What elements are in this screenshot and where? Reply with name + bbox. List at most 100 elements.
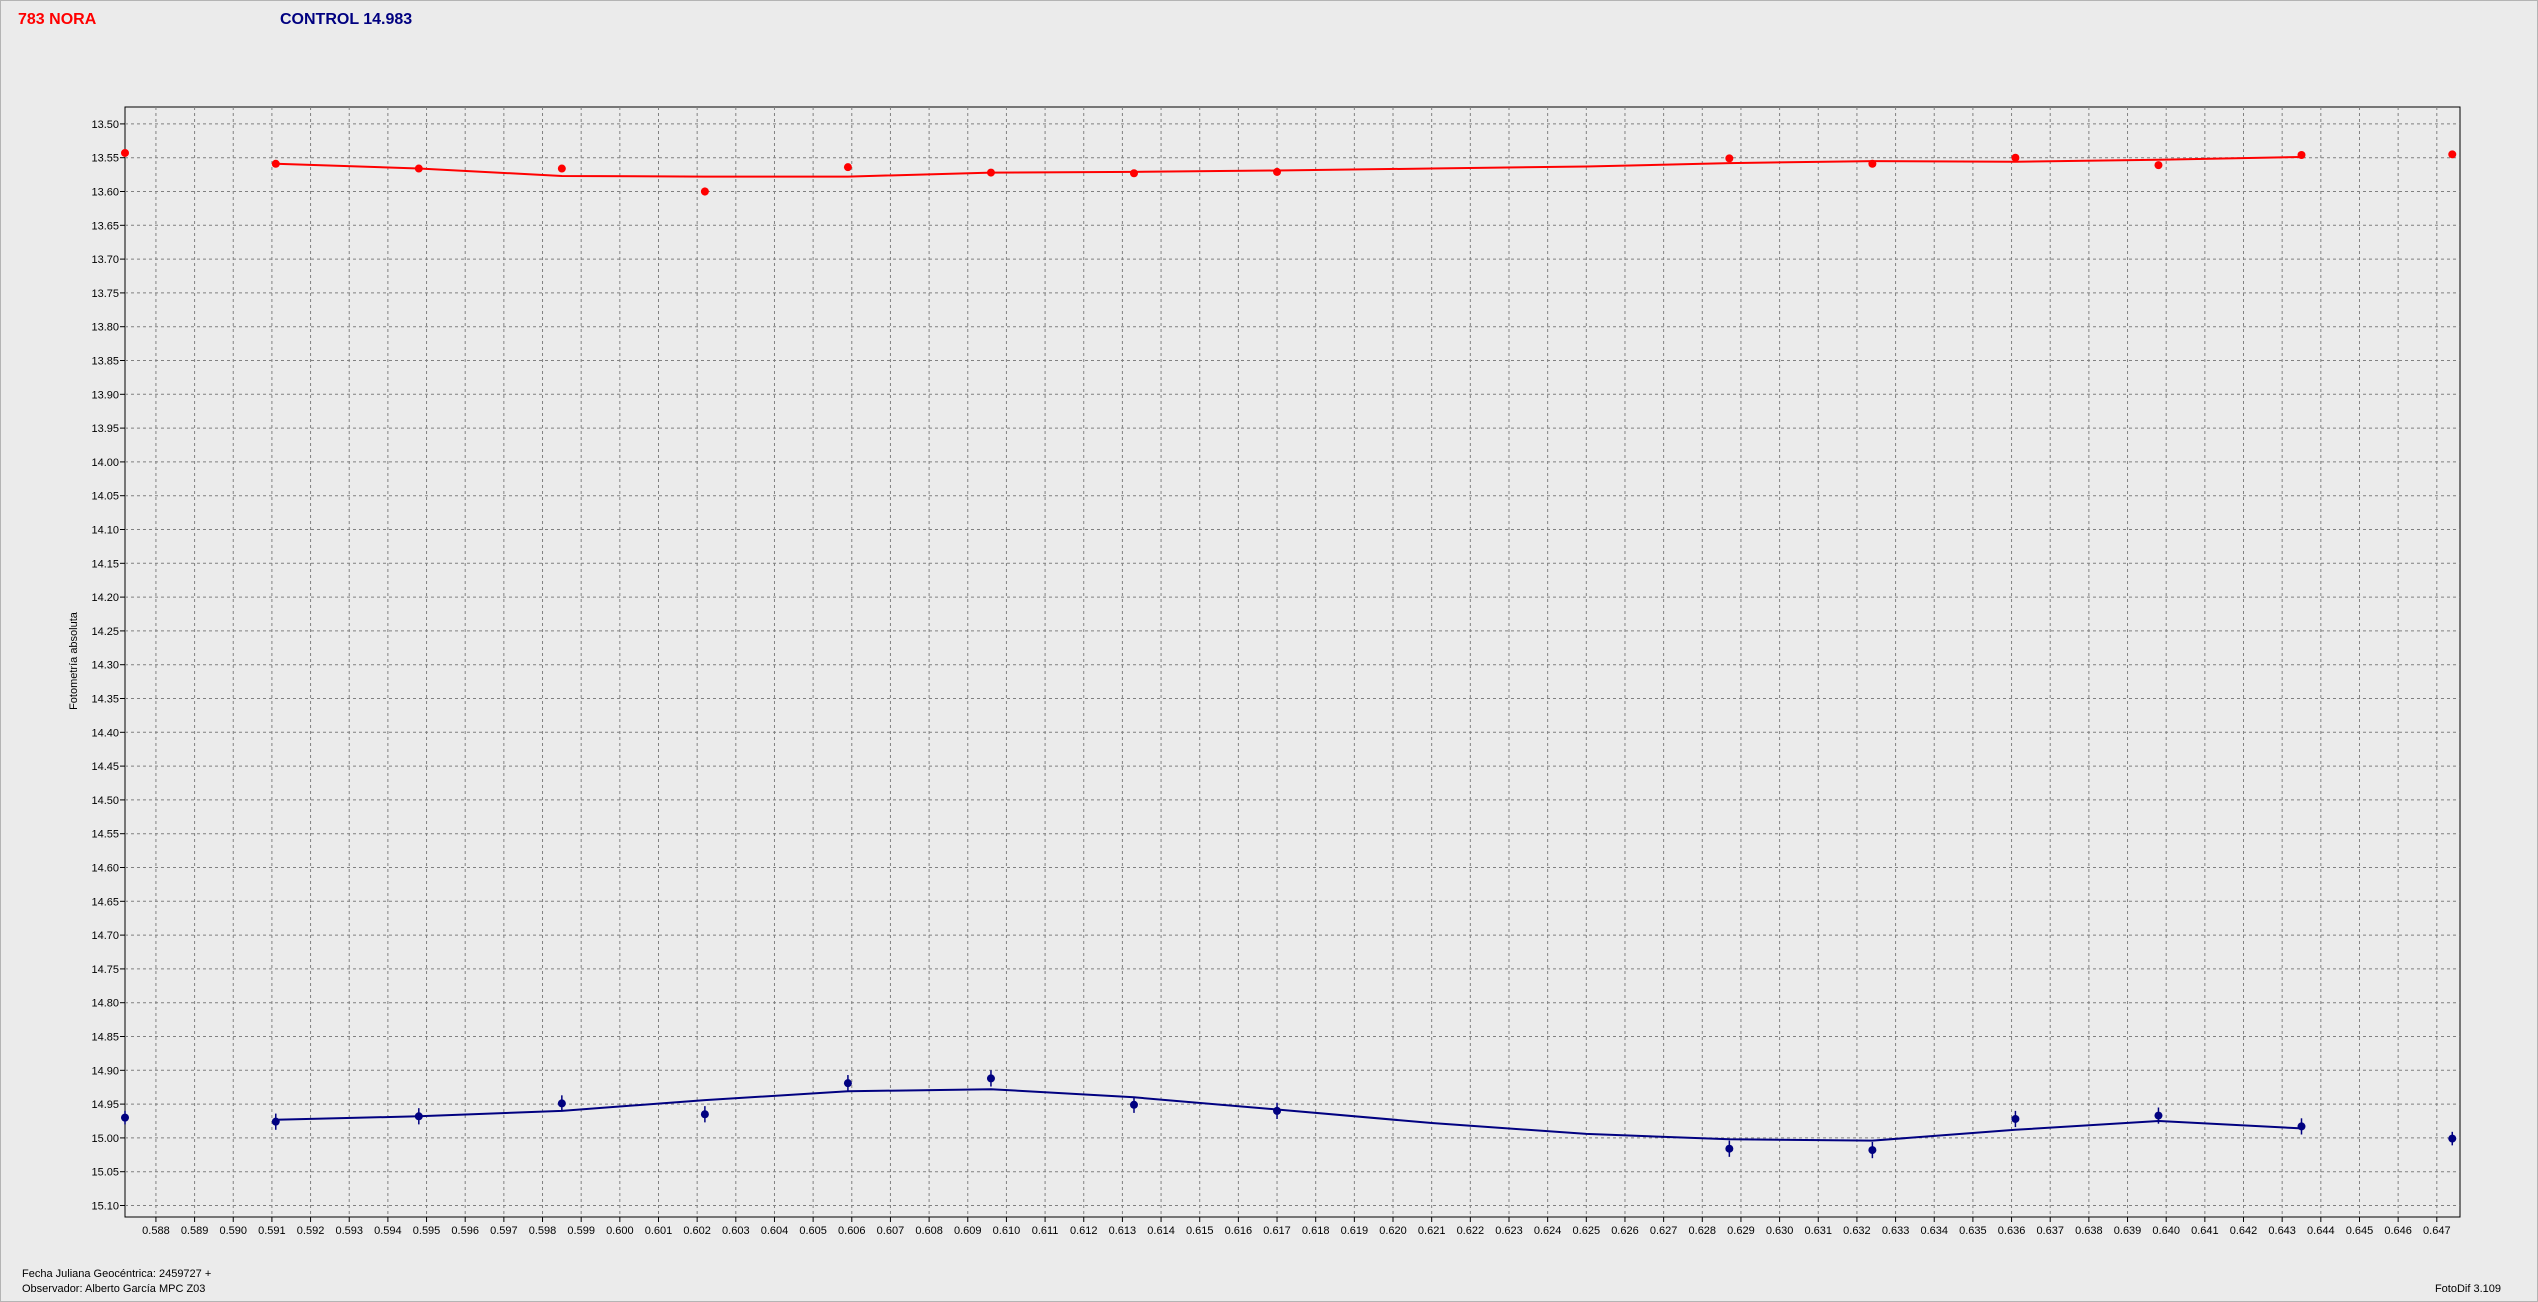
y-tick-label: 15.00 — [91, 1133, 119, 1145]
data-point — [2154, 161, 2163, 170]
y-tick-label: 13.80 — [91, 322, 119, 334]
x-tick-label: 0.614 — [1147, 1225, 1175, 1237]
data-point — [700, 1110, 709, 1119]
y-tick-label: 15.10 — [91, 1201, 119, 1213]
x-tick-label: 0.591 — [258, 1225, 286, 1237]
x-tick-label: 0.628 — [1689, 1225, 1717, 1237]
x-tick-label: 0.609 — [954, 1225, 982, 1237]
x-tick-label: 0.602 — [683, 1225, 711, 1237]
x-tick-label: 0.620 — [1379, 1225, 1407, 1237]
x-tick-label: 0.611 — [1032, 1225, 1059, 1237]
x-tick-label: 0.592 — [297, 1225, 325, 1237]
data-point — [2448, 1134, 2457, 1143]
x-tick-label: 0.612 — [1070, 1225, 1098, 1237]
x-tick-label: 0.603 — [722, 1225, 750, 1237]
x-tick-label: 0.626 — [1611, 1225, 1639, 1237]
x-tick-label: 0.601 — [645, 1225, 673, 1237]
y-tick-label: 13.70 — [91, 254, 119, 266]
data-point — [986, 168, 995, 177]
data-point — [2297, 150, 2306, 159]
y-tick-label: 14.45 — [91, 761, 119, 773]
x-tick-label: 0.615 — [1186, 1225, 1214, 1237]
x-tick-label: 0.610 — [993, 1225, 1021, 1237]
data-point — [986, 1074, 995, 1083]
x-tick-label: 0.635 — [1959, 1225, 1987, 1237]
x-tick-label: 0.641 — [2191, 1225, 2219, 1237]
data-point — [2297, 1122, 2306, 1131]
data-point — [557, 164, 566, 173]
x-tick-label: 0.637 — [2036, 1225, 2064, 1237]
software-version-label: FotoDif 3.109 — [2434, 1283, 2501, 1295]
x-tick-label: 0.597 — [490, 1225, 518, 1237]
plot-window: 783 NORA CONTROL 14.983 13.50 13.55 13.60 1… — [0, 0, 2538, 1302]
x-tick-label: 0.600 — [606, 1225, 634, 1237]
x-tick-label: 0.589 — [181, 1225, 209, 1237]
x-tick-label: 0.645 — [2346, 1225, 2374, 1237]
y-tick-label: 13.95 — [91, 423, 119, 435]
x-tick-label: 0.619 — [1341, 1225, 1369, 1237]
y-tick-label: 14.15 — [91, 558, 119, 570]
data-point — [1868, 159, 1877, 168]
y-tick-label: 13.90 — [91, 389, 119, 401]
data-point — [1129, 169, 1138, 178]
y-tick-label: 14.25 — [91, 626, 119, 638]
data-point — [1273, 1106, 1282, 1115]
data-point — [1725, 1144, 1734, 1153]
y-tick-label: 14.10 — [91, 525, 119, 537]
x-tick-label: 0.618 — [1302, 1225, 1330, 1237]
x-tick-label: 0.633 — [1882, 1225, 1910, 1237]
y-tick-label: 14.20 — [91, 592, 119, 604]
data-point — [843, 163, 852, 172]
x-tick-label: 0.607 — [877, 1225, 905, 1237]
data-point — [414, 1112, 423, 1121]
y-tick-label: 14.75 — [91, 964, 119, 976]
data-point — [1273, 167, 1282, 176]
observer-label: Observador: Alberto García MPC Z03 — [22, 1283, 206, 1295]
x-tick-label: 0.636 — [1998, 1225, 2026, 1237]
y-tick-label: 14.55 — [91, 829, 119, 841]
data-point — [414, 164, 423, 173]
x-tick-label: 0.604 — [761, 1225, 789, 1237]
x-tick-label: 0.647 — [2423, 1225, 2451, 1237]
x-tick-label: 0.622 — [1457, 1225, 1485, 1237]
x-tick-label: 0.621 — [1418, 1225, 1446, 1237]
x-tick-label: 0.608 — [915, 1225, 943, 1237]
x-tick-label: 0.642 — [2230, 1225, 2258, 1237]
data-point — [2011, 1114, 2020, 1123]
y-tick-label: 13.50 — [91, 119, 119, 131]
y-tick-label: 14.30 — [91, 660, 119, 672]
x-tick-label: 0.590 — [219, 1225, 247, 1237]
x-tick-label: 0.623 — [1495, 1225, 1523, 1237]
y-tick-label: 15.05 — [91, 1167, 119, 1179]
y-tick-label: 13.75 — [91, 288, 119, 300]
x-tick-label: 0.605 — [799, 1225, 827, 1237]
x-tick-label: 0.629 — [1727, 1225, 1755, 1237]
x-tick-label: 0.594 — [374, 1225, 402, 1237]
x-tick-label: 0.643 — [2268, 1225, 2296, 1237]
light-curve-chart: 13.50 13.55 13.60 13.65 13.70 13.75 13.80 13.85… — [68, 106, 2461, 1237]
x-tick-label: 0.595 — [413, 1225, 441, 1237]
y-tick-label: 14.85 — [91, 1032, 119, 1044]
x-tick-label: 0.616 — [1225, 1225, 1253, 1237]
data-point — [700, 187, 709, 196]
data-point — [843, 1079, 852, 1088]
data-point — [1725, 154, 1734, 163]
x-tick-label: 0.638 — [2075, 1225, 2103, 1237]
y-tick-label: 14.65 — [91, 896, 119, 908]
y-tick-label: 14.50 — [91, 795, 119, 807]
x-tick-label: 0.640 — [2152, 1225, 2180, 1237]
x-axis: 0.588 0.589 0.590 0.591 0.592 0.593 0.594 0.595… — [142, 1217, 2451, 1237]
y-tick-label: 14.60 — [91, 863, 119, 875]
x-tick-label: 0.593 — [335, 1225, 363, 1237]
y-axis: 13.50 13.55 13.60 13.65 13.70 13.75 13.80 13.85… — [91, 119, 125, 1213]
y-tick-label: 13.85 — [91, 356, 119, 368]
data-point — [2154, 1111, 2163, 1120]
julian-date-label: Fecha Juliana Geocéntrica: 2459727 + — [22, 1268, 212, 1280]
data-point — [271, 159, 280, 168]
x-tick-label: 0.625 — [1573, 1225, 1601, 1237]
x-tick-label: 0.627 — [1650, 1225, 1678, 1237]
data-point — [2011, 153, 2020, 162]
x-tick-label: 0.632 — [1843, 1225, 1871, 1237]
data-point — [271, 1117, 280, 1126]
x-tick-label: 0.606 — [838, 1225, 866, 1237]
